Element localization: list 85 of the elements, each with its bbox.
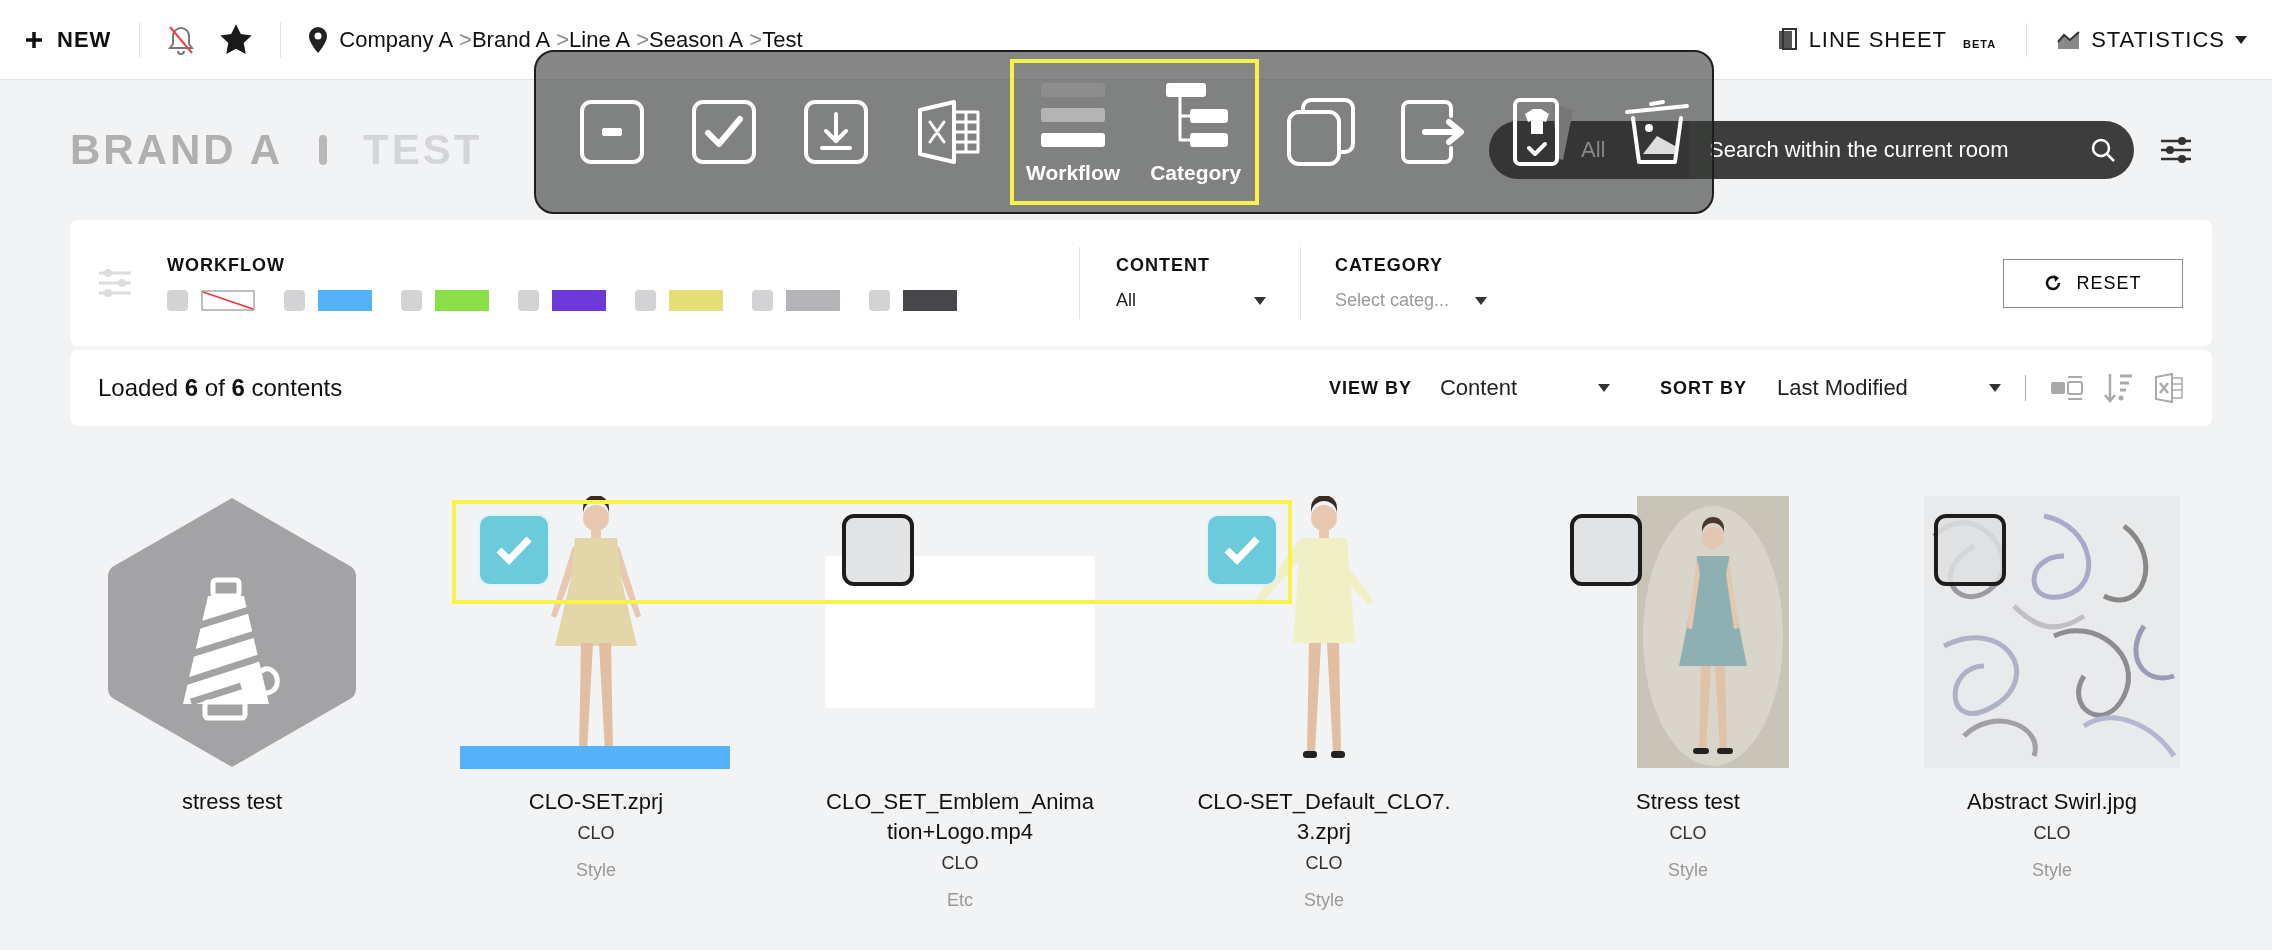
sort-icon	[2104, 372, 2134, 404]
breadcrumb-link[interactable]: Test	[762, 26, 803, 53]
favorite-button[interactable]	[220, 24, 253, 55]
view-by-dropdown[interactable]: Content	[1440, 375, 1610, 401]
bell-off-icon	[168, 24, 195, 55]
content-title[interactable]: CLO-SET.zprj	[461, 787, 731, 817]
content-type: Style	[2032, 860, 2072, 881]
area-chart-icon	[2057, 29, 2082, 50]
content-maker: CLO	[941, 853, 979, 874]
filter-dropdown[interactable]: All	[1116, 290, 1266, 311]
statistics-menu[interactable]: STATISTICS	[2057, 26, 2247, 53]
new-button[interactable]: NEW	[25, 26, 112, 53]
status-checkbox[interactable]	[401, 290, 422, 311]
view-toggle-button[interactable]	[2050, 375, 2084, 401]
copy-button[interactable]	[1285, 96, 1358, 168]
caret-icon	[1989, 384, 2001, 392]
line-sheet-icon	[1776, 27, 1799, 52]
title-separator	[319, 135, 328, 165]
results-summary: Loaded 6 of 6 contents	[98, 374, 343, 402]
notifications-off-button[interactable]	[168, 24, 195, 55]
card-view-icon	[2050, 375, 2084, 401]
sliders-icon	[98, 268, 132, 298]
reset-button[interactable]: RESET	[2003, 258, 2183, 308]
sort-by-label: SORT BY	[1660, 377, 1747, 399]
breadcrumb-link[interactable]: Season A	[649, 26, 744, 53]
star-icon	[220, 24, 253, 55]
content-type: Etc	[947, 890, 973, 911]
location-pin-icon	[309, 26, 328, 53]
line-sheet-link[interactable]: LINE SHEET BETA	[1776, 26, 1997, 53]
caret-icon	[1598, 384, 1610, 392]
content-maker: CLO	[1305, 853, 1343, 874]
status-checkbox[interactable]	[752, 290, 773, 311]
search-field[interactable]: Search within the current room	[1707, 136, 2067, 164]
breadcrumb-link[interactable]: Brand A	[471, 26, 551, 53]
content-title[interactable]: Stress test	[1553, 787, 1823, 817]
check-icon	[1223, 535, 1261, 565]
content-title[interactable]: stress test	[97, 787, 367, 817]
search-bar[interactable]: Search within the current room	[1689, 121, 2134, 179]
spreadsheet-icon	[2154, 372, 2184, 404]
brand-title: BRAND A	[70, 126, 284, 174]
content-type: Style	[1668, 860, 1708, 881]
content-maker: CLO	[1669, 823, 1707, 844]
filter-label: CONTENT	[1116, 255, 1211, 276]
category-button[interactable]: Category	[1150, 79, 1242, 185]
plus-icon	[25, 30, 43, 49]
status-checkbox[interactable]	[284, 290, 305, 311]
status-checkbox[interactable]	[518, 290, 539, 311]
spool-icon	[105, 496, 359, 769]
check-icon	[495, 535, 533, 565]
filter-label: CATEGORY	[1335, 255, 1444, 276]
select-checkbox[interactable]	[1934, 514, 2006, 586]
content-maker: CLO	[2033, 823, 2071, 844]
content-type: Style	[1304, 890, 1344, 911]
content-type: Style	[576, 860, 616, 881]
content-title[interactable]: CLO-SET_Default_CLO7.3.zprj	[1189, 787, 1459, 847]
caret-icon	[2235, 35, 2247, 44]
copy-icon	[1285, 96, 1358, 168]
filter-settings-button[interactable]	[2160, 136, 2192, 164]
no-status-swatch	[201, 290, 255, 311]
status-checkbox[interactable]	[167, 290, 188, 311]
breadcrumb-link[interactable]: Company A	[339, 26, 454, 53]
breadcrumb-separator: >	[749, 26, 763, 53]
caret-icon	[1254, 296, 1266, 305]
sliders-icon	[2160, 136, 2192, 164]
breadcrumb-separator: >	[459, 26, 472, 53]
refresh-icon	[2044, 274, 2063, 292]
beta-label: BETA	[1963, 37, 1997, 50]
search-icon	[2090, 137, 2116, 163]
excel-export-button[interactable]	[2154, 372, 2184, 404]
caret-icon	[1475, 296, 1487, 305]
content-title[interactable]: Abstract Swirl.jpg	[1917, 787, 2187, 817]
content-title[interactable]: CLO_SET_Emblem_Animation+Logo.mp4	[825, 787, 1095, 847]
breadcrumb-separator: >	[556, 26, 570, 53]
breadcrumb-separator: >	[636, 26, 650, 53]
view-by-label: VIEW BY	[1328, 377, 1412, 399]
status-checkbox[interactable]	[869, 290, 890, 311]
status-checkbox[interactable]	[635, 290, 656, 311]
breadcrumb-link[interactable]: Line A	[569, 26, 631, 53]
select-checkbox[interactable]	[842, 514, 914, 586]
workflow-button[interactable]: Workflow	[1026, 79, 1121, 185]
sort-by-dropdown[interactable]: Last Modified	[1777, 375, 2001, 401]
sort-order-button[interactable]	[2104, 372, 2134, 404]
content-maker: CLO	[577, 823, 615, 844]
select-checkbox[interactable]	[1570, 514, 1642, 586]
filter-label: WORKFLOW	[167, 255, 286, 276]
